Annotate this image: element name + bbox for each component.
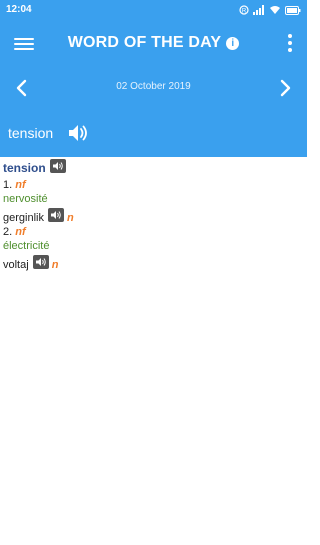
word-row: tension — [8, 122, 89, 144]
svg-text:R: R — [242, 9, 247, 15]
sense-2-translation: voltaj n — [3, 255, 59, 272]
date-nav: 02 October 2019 — [0, 76, 307, 100]
sense-number: 2. — [3, 226, 13, 238]
translation-text: voltaj — [3, 258, 29, 271]
sense-1-meaning: nervosité — [3, 193, 48, 205]
sense-2-meaning: électricité — [3, 240, 50, 252]
definition-content: tension 1. nf nervosité gerginlik n 2. n… — [3, 159, 303, 271]
speaker-icon[interactable] — [49, 159, 66, 174]
date-label: 02 October 2019 — [116, 81, 191, 92]
chevron-right-icon[interactable] — [275, 76, 295, 100]
app-bar: WORD OF THE DAY i 02 October 2019 tension — [0, 20, 307, 157]
wifi-icon — [270, 6, 280, 14]
title-row: WORD OF THE DAY i — [0, 34, 307, 52]
page-title: WORD OF THE DAY — [67, 34, 222, 51]
sense-1-translation: gerginlik n — [3, 208, 74, 225]
battery-icon — [285, 5, 301, 15]
status-icons: R — [239, 3, 301, 17]
more-vert-icon[interactable] — [287, 34, 293, 52]
alarm-icon: R — [239, 5, 249, 15]
speaker-icon[interactable] — [67, 123, 89, 143]
sense-number: 1. — [3, 179, 13, 191]
translation-pos: n — [51, 258, 59, 271]
status-bar: 12:04 R — [0, 0, 307, 20]
part-of-speech: nf — [15, 226, 26, 238]
headword-line: tension — [3, 159, 303, 184]
part-of-speech: nf — [15, 179, 26, 191]
signal-icon — [253, 5, 264, 15]
speaker-icon[interactable] — [32, 255, 49, 269]
translation-text: gerginlik — [3, 211, 44, 224]
word-of-day: tension — [8, 125, 54, 141]
sense-2-header: 2. nf — [3, 226, 26, 238]
status-time: 12:04 — [6, 4, 32, 15]
translation-pos: n — [67, 211, 74, 224]
sense-1-header: 1. nf — [3, 179, 26, 191]
headword: tension — [3, 161, 46, 175]
info-icon[interactable]: i — [226, 37, 240, 50]
speaker-icon[interactable] — [47, 208, 64, 222]
